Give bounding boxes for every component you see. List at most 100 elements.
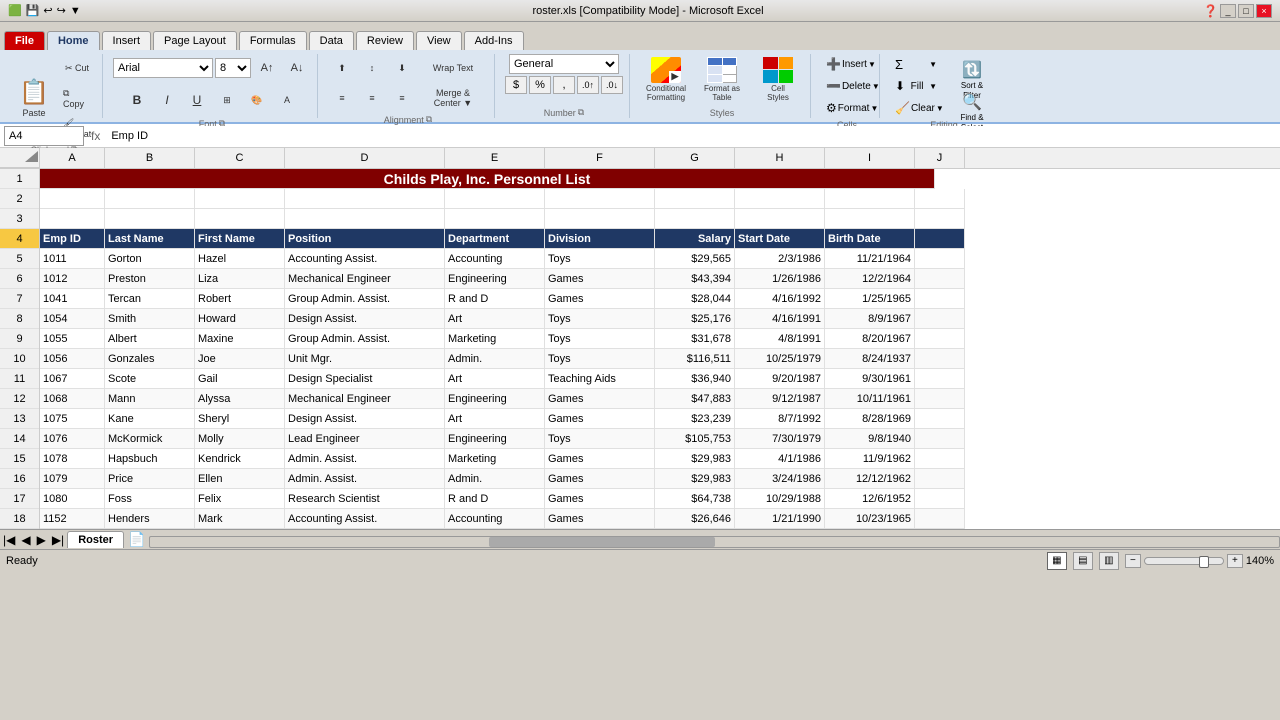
cell[interactable]: Scote bbox=[105, 369, 195, 389]
cell[interactable]: 10/23/1965 bbox=[825, 509, 915, 529]
cell[interactable]: Games bbox=[545, 289, 655, 309]
tab-insert[interactable]: Insert bbox=[102, 31, 152, 50]
row-number[interactable]: 14 bbox=[0, 429, 39, 449]
cell[interactable]: Group Admin. Assist. bbox=[285, 329, 445, 349]
cell[interactable]: Molly bbox=[195, 429, 285, 449]
paste-button[interactable]: 📋 Paste bbox=[12, 72, 56, 124]
close-button[interactable]: × bbox=[1256, 4, 1272, 18]
formula-input[interactable] bbox=[107, 126, 1276, 146]
row-number[interactable]: 12 bbox=[0, 389, 39, 409]
cell[interactable]: Admin. bbox=[445, 469, 545, 489]
col-header-e[interactable]: E bbox=[445, 148, 545, 168]
cell[interactable]: Childs Play, Inc. Personnel List bbox=[40, 169, 935, 189]
number-format-select[interactable]: General Number Currency bbox=[509, 54, 619, 74]
cell[interactable]: Accounting Assist. bbox=[285, 509, 445, 529]
cell[interactable]: Games bbox=[545, 269, 655, 289]
cell[interactable]: 9/20/1987 bbox=[735, 369, 825, 389]
cell[interactable]: First Name bbox=[195, 229, 285, 249]
cell[interactable]: 10/25/1979 bbox=[735, 349, 825, 369]
cell[interactable]: Games bbox=[545, 469, 655, 489]
bold-button[interactable]: B bbox=[123, 86, 151, 114]
cell[interactable]: Mann bbox=[105, 389, 195, 409]
cell[interactable]: $29,983 bbox=[655, 449, 735, 469]
autosum-button[interactable]: Σ ▼ bbox=[890, 54, 942, 74]
cell[interactable] bbox=[735, 209, 825, 229]
cell[interactable]: Games bbox=[545, 389, 655, 409]
cell[interactable] bbox=[915, 469, 965, 489]
cell[interactable] bbox=[915, 289, 965, 309]
cell[interactable] bbox=[915, 489, 965, 509]
cell[interactable]: Mark bbox=[195, 509, 285, 529]
row-number[interactable]: 7 bbox=[0, 289, 39, 309]
cell[interactable] bbox=[915, 249, 965, 269]
align-bottom-button[interactable]: ⬇ bbox=[388, 54, 416, 82]
row-number[interactable]: 2 bbox=[0, 189, 39, 209]
scroll-thumb[interactable] bbox=[489, 537, 715, 547]
cell[interactable]: Lead Engineer bbox=[285, 429, 445, 449]
help-icon[interactable]: ❓ bbox=[1203, 4, 1218, 18]
align-left-button[interactable]: ≡ bbox=[328, 84, 356, 112]
cell[interactable]: 12/12/1962 bbox=[825, 469, 915, 489]
cell[interactable]: 8/24/1937 bbox=[825, 349, 915, 369]
cell[interactable]: Hazel bbox=[195, 249, 285, 269]
row-number[interactable]: 11 bbox=[0, 369, 39, 389]
cell[interactable]: 1152 bbox=[40, 509, 105, 529]
cell[interactable]: Teaching Aids bbox=[545, 369, 655, 389]
wrap-text-button[interactable]: Wrap Text bbox=[418, 54, 488, 82]
decrease-font-button[interactable]: A↓ bbox=[283, 54, 311, 82]
alignment-expand-icon[interactable]: ⧉ bbox=[426, 114, 432, 125]
italic-button[interactable]: I bbox=[153, 86, 181, 114]
cell[interactable]: Start Date bbox=[735, 229, 825, 249]
cell[interactable]: Kendrick bbox=[195, 449, 285, 469]
cell[interactable]: 1067 bbox=[40, 369, 105, 389]
sheet-tab-roster[interactable]: Roster bbox=[67, 531, 124, 548]
page-break-view-button[interactable]: ▥ bbox=[1099, 552, 1119, 570]
sheet-nav-prev[interactable]: ◀ bbox=[18, 532, 33, 548]
cell[interactable]: 1068 bbox=[40, 389, 105, 409]
cell[interactable]: Salary bbox=[655, 229, 735, 249]
cell[interactable]: $64,738 bbox=[655, 489, 735, 509]
cell[interactable]: 1078 bbox=[40, 449, 105, 469]
row-number[interactable]: 10 bbox=[0, 349, 39, 369]
cell[interactable]: Department bbox=[445, 229, 545, 249]
cell[interactable]: Maxine bbox=[195, 329, 285, 349]
cell[interactable]: Accounting Assist. bbox=[285, 249, 445, 269]
cell[interactable]: 12/6/1952 bbox=[825, 489, 915, 509]
cell[interactable]: $47,883 bbox=[655, 389, 735, 409]
cell[interactable]: Games bbox=[545, 489, 655, 509]
cell[interactable]: R and D bbox=[445, 489, 545, 509]
align-top-button[interactable]: ⬆ bbox=[328, 54, 356, 82]
cell[interactable]: Engineering bbox=[445, 389, 545, 409]
cell[interactable] bbox=[655, 189, 735, 209]
cell[interactable] bbox=[915, 509, 965, 529]
tab-view[interactable]: View bbox=[416, 31, 462, 50]
cell[interactable]: 8/7/1992 bbox=[735, 409, 825, 429]
cell[interactable]: 9/30/1961 bbox=[825, 369, 915, 389]
quick-access-undo[interactable]: ↩ bbox=[43, 4, 52, 17]
cell[interactable]: 1055 bbox=[40, 329, 105, 349]
cell[interactable]: 10/11/1961 bbox=[825, 389, 915, 409]
tab-review[interactable]: Review bbox=[356, 31, 414, 50]
zoom-thumb[interactable] bbox=[1199, 556, 1209, 568]
cell[interactable]: Gail bbox=[195, 369, 285, 389]
cell[interactable]: Position bbox=[285, 229, 445, 249]
cell[interactable] bbox=[655, 209, 735, 229]
cell[interactable] bbox=[195, 189, 285, 209]
cell[interactable]: Price bbox=[105, 469, 195, 489]
cell[interactable] bbox=[105, 189, 195, 209]
cell[interactable]: Albert bbox=[105, 329, 195, 349]
cell[interactable]: Ellen bbox=[195, 469, 285, 489]
row-number[interactable]: 6 bbox=[0, 269, 39, 289]
insert-button[interactable]: ➕ Insert ▼ bbox=[821, 54, 873, 74]
cell[interactable]: Alyssa bbox=[195, 389, 285, 409]
cell[interactable]: Preston bbox=[105, 269, 195, 289]
col-header-g[interactable]: G bbox=[655, 148, 735, 168]
cell[interactable]: Birth Date bbox=[825, 229, 915, 249]
cell[interactable] bbox=[40, 209, 105, 229]
cell[interactable]: $31,678 bbox=[655, 329, 735, 349]
cell[interactable]: Howard bbox=[195, 309, 285, 329]
cell[interactable]: R and D bbox=[445, 289, 545, 309]
maximize-button[interactable]: □ bbox=[1238, 4, 1254, 18]
cell[interactable] bbox=[285, 209, 445, 229]
col-header-i[interactable]: I bbox=[825, 148, 915, 168]
